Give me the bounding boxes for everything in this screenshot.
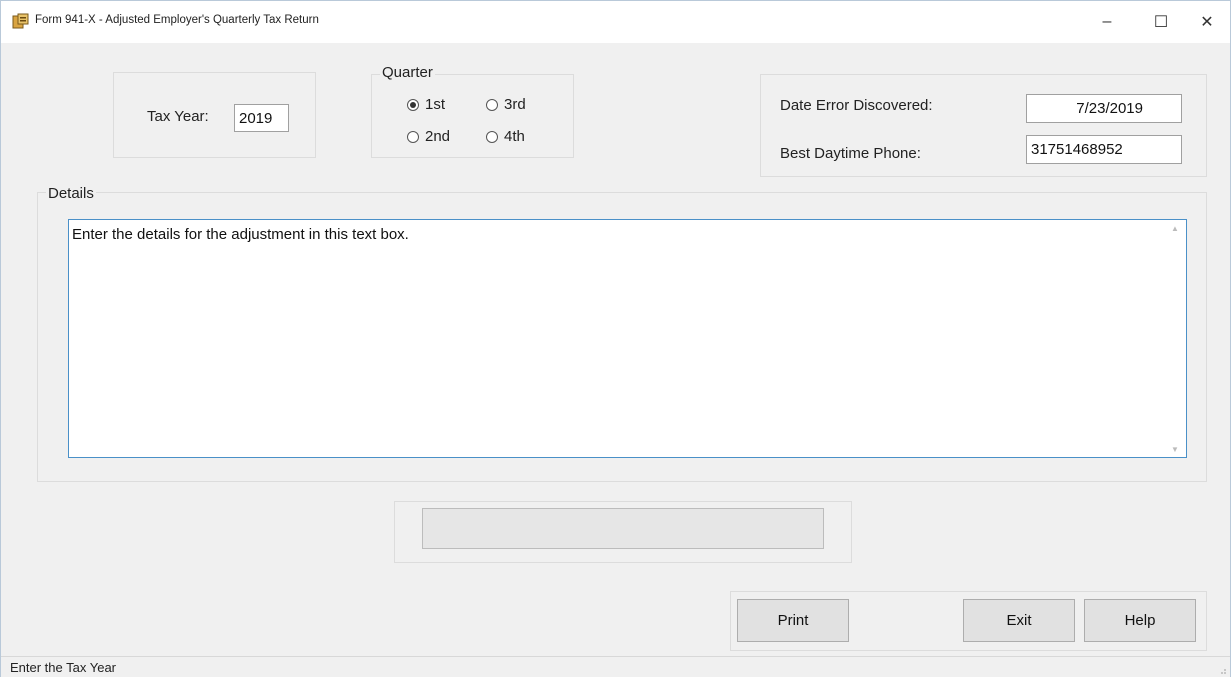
quarter-legend: Quarter: [380, 64, 435, 81]
date-error-label: Date Error Discovered:: [780, 97, 933, 114]
radio-indicator: [486, 98, 498, 111]
resize-grip-icon[interactable]: [1219, 667, 1227, 675]
details-legend: Details: [46, 185, 96, 202]
quarter-radio-3rd[interactable]: 3rd: [486, 96, 526, 113]
scroll-up-icon[interactable]: ▲: [1171, 224, 1179, 233]
help-button[interactable]: Help: [1084, 599, 1196, 642]
phone-input[interactable]: [1026, 135, 1182, 164]
print-button[interactable]: Print: [737, 599, 849, 642]
radio-indicator: [486, 130, 498, 143]
title-bar[interactable]: Form 941-X - Adjusted Employer's Quarter…: [1, 1, 1230, 43]
radio-label-1st: 1st: [425, 96, 446, 113]
tax-year-input[interactable]: [234, 104, 289, 132]
radio-indicator: [407, 130, 419, 143]
scroll-down-icon[interactable]: ▼: [1171, 445, 1179, 454]
phone-label: Best Daytime Phone:: [780, 145, 921, 162]
tax-year-label: Tax Year:: [147, 108, 209, 125]
radio-label-2nd: 2nd: [425, 128, 451, 145]
radio-selected-indicator: [407, 98, 419, 111]
radio-label-4th: 4th: [504, 128, 525, 145]
main-window: Form 941-X - Adjusted Employer's Quarter…: [0, 0, 1231, 677]
status-text: Enter the Tax Year: [10, 660, 117, 675]
minimize-icon[interactable]: –: [1084, 1, 1130, 43]
quarter-group: [371, 74, 574, 158]
date-error-input[interactable]: [1026, 94, 1182, 123]
form-app-icon: [12, 13, 29, 29]
close-icon[interactable]: ✕: [1184, 1, 1230, 43]
quarter-radio-4th[interactable]: 4th: [486, 128, 525, 145]
progress-bar: [422, 508, 824, 549]
details-textarea[interactable]: Enter the details for the adjustment in …: [68, 219, 1187, 458]
status-bar: Enter the Tax Year: [1, 656, 1230, 677]
radio-label-3rd: 3rd: [504, 96, 526, 113]
maximize-icon[interactable]: ☐: [1138, 1, 1184, 43]
quarter-radio-2nd[interactable]: 2nd: [407, 128, 450, 145]
window-title: Form 941-X - Adjusted Employer's Quarter…: [35, 14, 319, 26]
quarter-radio-1st[interactable]: 1st: [407, 96, 445, 113]
exit-button[interactable]: Exit: [963, 599, 1075, 642]
